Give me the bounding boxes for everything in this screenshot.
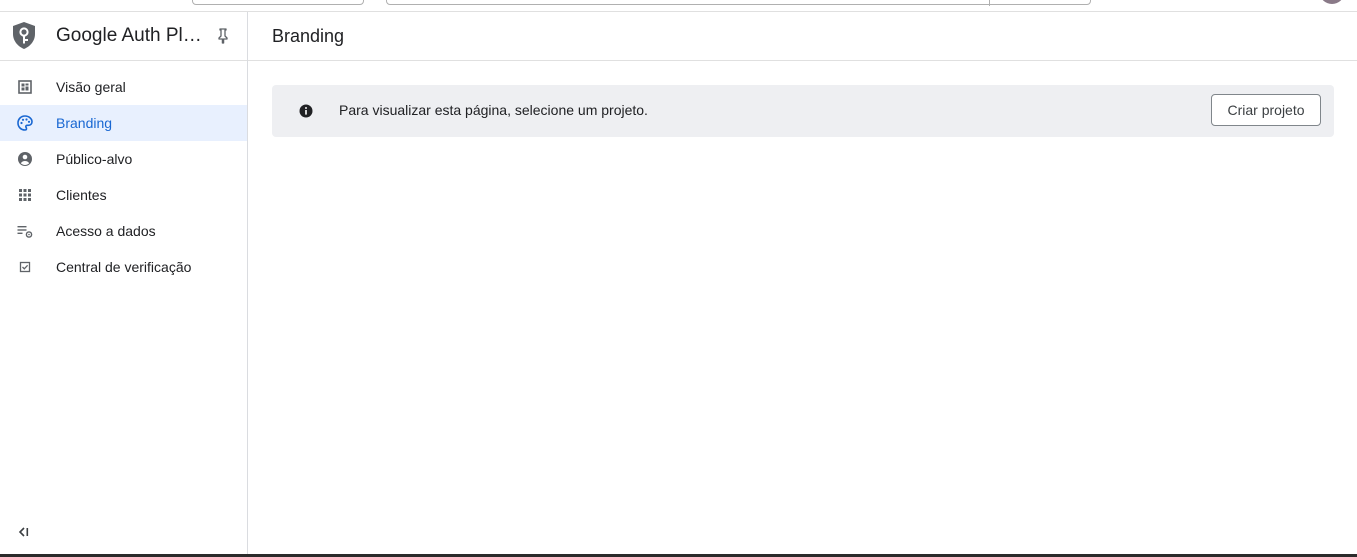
avatar[interactable] (1320, 0, 1344, 4)
sidebar-item-label: Visão geral (56, 79, 126, 95)
create-project-button[interactable]: Criar projeto (1211, 94, 1321, 126)
sidebar-item-publico-alvo[interactable]: Público-alvo (0, 141, 247, 177)
palette-icon (17, 115, 33, 131)
info-icon (299, 104, 313, 118)
list-settings-icon (17, 226, 33, 238)
search-bar-divider (989, 0, 990, 6)
project-picker[interactable] (192, 0, 364, 5)
top-toolbar-strip (0, 0, 1357, 12)
sidebar-header: Google Auth Pla... (0, 12, 247, 61)
account-circle-icon (18, 152, 32, 166)
sidebar-item-acesso-a-dados[interactable]: Acesso a dados (0, 213, 247, 249)
search-bar[interactable] (386, 0, 1091, 6)
page-header: Branding (248, 12, 1357, 61)
info-banner: Para visualizar esta página, selecione u… (272, 85, 1334, 137)
sidebar-item-label: Branding (56, 115, 113, 131)
sidebar-item-label: Acesso a dados (56, 223, 156, 239)
shield-key-icon (13, 22, 35, 49)
sidebar-nav: Visão geral Branding Público-alvo Client… (0, 69, 247, 285)
sidebar-item-central-de-verificacao[interactable]: Central de verificação (0, 249, 247, 285)
sidebar-item-label: Público-alvo (56, 151, 133, 167)
banner-message: Para visualizar esta página, selecione u… (339, 102, 648, 118)
sidebar-item-branding[interactable]: Branding (0, 105, 247, 141)
sidebar-item-label: Central de verificação (56, 259, 192, 275)
pin-icon[interactable] (214, 27, 232, 45)
collapse-left-icon[interactable] (14, 522, 34, 542)
sidebar-item-visao-geral[interactable]: Visão geral (0, 69, 247, 105)
product-title: Google Auth Pla... (56, 25, 204, 46)
checkbox-icon (19, 261, 31, 273)
sidebar: Google Auth Pla... Visão geral Branding … (0, 12, 248, 557)
apps-grid-icon (19, 189, 31, 201)
page-title: Branding (272, 26, 345, 46)
sidebar-item-label: Clientes (56, 187, 107, 203)
dashboard-icon (18, 80, 32, 94)
sidebar-item-clientes[interactable]: Clientes (0, 177, 247, 213)
